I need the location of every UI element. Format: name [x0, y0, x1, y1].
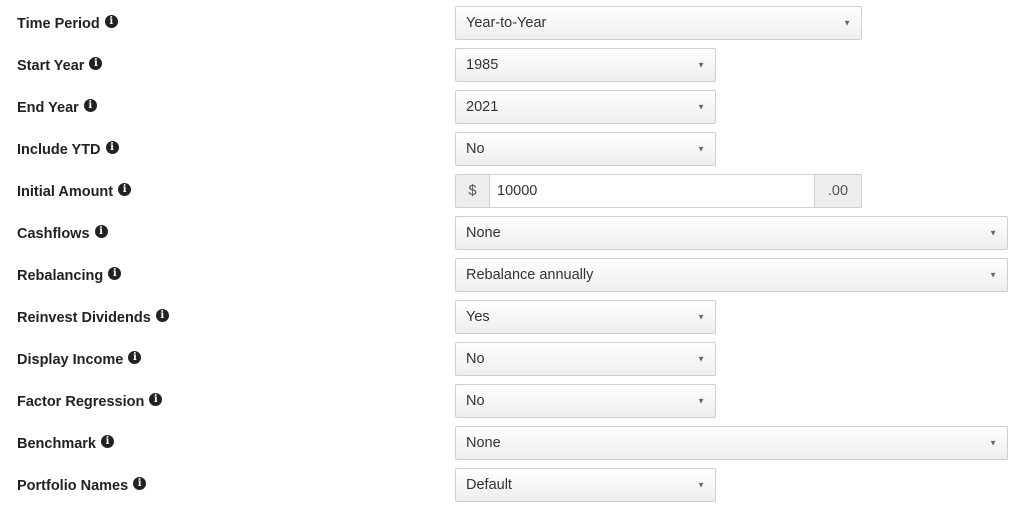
row-include-ytd: Include YTD i No ▼ — [0, 132, 1024, 168]
row-rebalancing: Rebalancing i Rebalance annually ▼ — [0, 258, 1024, 294]
start-year-value: 1985 — [466, 57, 499, 73]
caret-down-icon: ▼ — [697, 144, 705, 154]
caret-down-icon: ▼ — [697, 396, 705, 406]
include-ytd-label: Include YTD i — [17, 140, 119, 158]
initial-amount-label-text: Initial Amount — [17, 184, 114, 200]
row-start-year: Start Year i 1985 ▼ — [0, 48, 1024, 84]
info-icon[interactable]: i — [105, 140, 119, 154]
end-year-label: End Year i — [17, 98, 97, 116]
portfolio-names-select[interactable]: Default ▼ — [455, 468, 716, 502]
row-display-income: Display Income i No ▼ — [0, 342, 1024, 378]
benchmark-label-text: Benchmark — [17, 436, 96, 452]
cashflows-label: Cashflows i — [17, 224, 108, 242]
initial-amount-input-group: $ 10000 .00 — [455, 174, 862, 208]
benchmark-label: Benchmark i — [17, 434, 114, 452]
time-period-label-text: Time Period — [17, 16, 100, 32]
start-year-label: Start Year i — [17, 56, 103, 74]
end-year-value: 2021 — [466, 99, 499, 115]
factor-regression-label-text: Factor Regression — [17, 394, 145, 410]
row-benchmark: Benchmark i None ▼ — [0, 426, 1024, 462]
cents-addon: .00 — [814, 174, 862, 208]
portfolio-names-label-text: Portfolio Names — [17, 478, 129, 494]
rebalancing-value: Rebalance annually — [466, 267, 594, 283]
caret-down-icon: ▼ — [697, 354, 705, 364]
reinvest-dividends-label-text: Reinvest Dividends — [17, 310, 151, 326]
start-year-label-text: Start Year — [17, 58, 85, 74]
info-icon[interactable]: i — [104, 14, 118, 28]
caret-down-icon: ▼ — [843, 18, 851, 28]
row-reinvest-dividends: Reinvest Dividends i Yes ▼ — [0, 300, 1024, 336]
portfolio-names-value: Default — [466, 477, 512, 493]
info-icon[interactable]: i — [100, 434, 114, 448]
row-cashflows: Cashflows i None ▼ — [0, 216, 1024, 252]
info-icon[interactable]: i — [108, 266, 122, 280]
rebalancing-label: Rebalancing i — [17, 266, 122, 284]
row-initial-amount: Initial Amount i $ 10000 .00 — [0, 174, 1024, 210]
display-income-label-text: Display Income — [17, 352, 124, 368]
time-period-label: Time Period i — [17, 14, 118, 32]
info-icon[interactable]: i — [155, 308, 169, 322]
benchmark-select[interactable]: None ▼ — [455, 426, 1008, 460]
row-portfolio-names: Portfolio Names i Default ▼ — [0, 468, 1024, 504]
cashflows-value: None — [466, 225, 501, 241]
factor-regression-value: No — [466, 393, 485, 409]
display-income-value: No — [466, 351, 485, 367]
end-year-label-text: End Year — [17, 100, 79, 116]
currency-addon: $ — [455, 174, 490, 208]
info-icon[interactable]: i — [149, 392, 163, 406]
benchmark-value: None — [466, 435, 501, 451]
factor-regression-label: Factor Regression i — [17, 392, 163, 410]
info-icon[interactable]: i — [94, 224, 108, 238]
display-income-label: Display Income i — [17, 350, 142, 368]
display-income-select[interactable]: No ▼ — [455, 342, 716, 376]
info-icon[interactable]: i — [128, 350, 142, 364]
row-time-period: Time Period i Year-to-Year ▼ — [0, 6, 1024, 42]
time-period-value: Year-to-Year — [466, 15, 547, 31]
start-year-select[interactable]: 1985 ▼ — [455, 48, 716, 82]
caret-down-icon: ▼ — [989, 438, 997, 448]
info-icon[interactable]: i — [89, 56, 103, 70]
caret-down-icon: ▼ — [989, 228, 997, 238]
row-end-year: End Year i 2021 ▼ — [0, 90, 1024, 126]
rebalancing-label-text: Rebalancing — [17, 268, 104, 284]
caret-down-icon: ▼ — [697, 312, 705, 322]
reinvest-dividends-label: Reinvest Dividends i — [17, 308, 169, 326]
initial-amount-label: Initial Amount i — [17, 182, 132, 200]
time-period-select[interactable]: Year-to-Year ▼ — [455, 6, 862, 40]
caret-down-icon: ▼ — [989, 270, 997, 280]
reinvest-dividends-select[interactable]: Yes ▼ — [455, 300, 716, 334]
factor-regression-select[interactable]: No ▼ — [455, 384, 716, 418]
rebalancing-select[interactable]: Rebalance annually ▼ — [455, 258, 1008, 292]
portfolio-names-label: Portfolio Names i — [17, 476, 147, 494]
info-icon[interactable]: i — [133, 476, 147, 490]
cashflows-select[interactable]: None ▼ — [455, 216, 1008, 250]
include-ytd-value: No — [466, 141, 485, 157]
initial-amount-input[interactable]: 10000 — [489, 174, 815, 208]
caret-down-icon: ▼ — [697, 480, 705, 490]
end-year-select[interactable]: 2021 ▼ — [455, 90, 716, 124]
caret-down-icon: ▼ — [697, 102, 705, 112]
info-icon[interactable]: i — [118, 182, 132, 196]
info-icon[interactable]: i — [83, 98, 97, 112]
reinvest-dividends-value: Yes — [466, 309, 490, 325]
caret-down-icon: ▼ — [697, 60, 705, 70]
include-ytd-label-text: Include YTD — [17, 142, 101, 158]
cashflows-label-text: Cashflows — [17, 226, 90, 242]
include-ytd-select[interactable]: No ▼ — [455, 132, 716, 166]
row-factor-regression: Factor Regression i No ▼ — [0, 384, 1024, 420]
